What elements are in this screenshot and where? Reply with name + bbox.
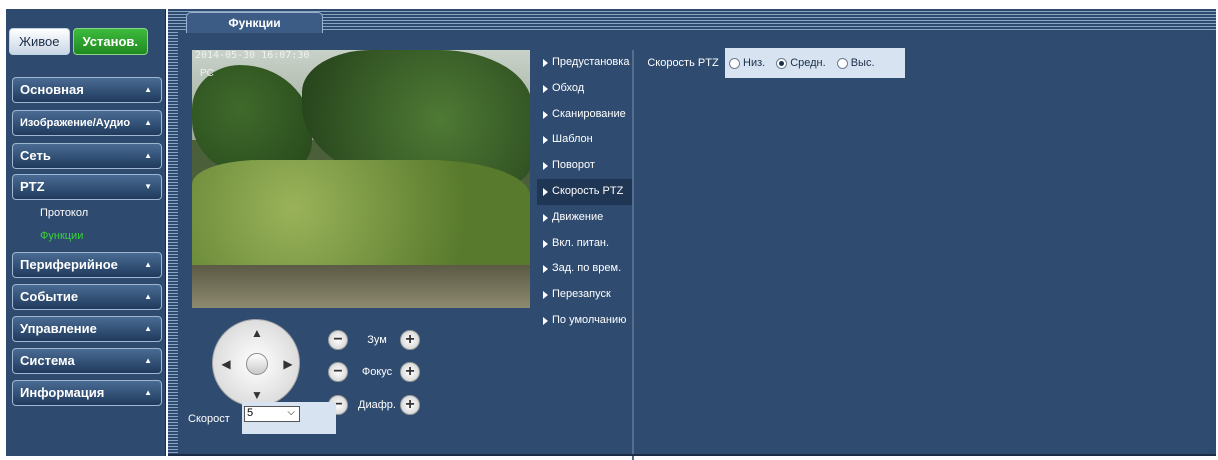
sidebar-item-management[interactable]: Управление ▲ bbox=[12, 316, 162, 342]
zoom-out-button[interactable]: − bbox=[328, 330, 348, 350]
sidebar-item-label: Система bbox=[20, 353, 75, 368]
focus-plus-button[interactable]: + bbox=[400, 362, 420, 382]
speed-value: 5 bbox=[247, 407, 254, 419]
header-stripes bbox=[168, 9, 1216, 32]
chevron-up-icon: ▲ bbox=[144, 151, 152, 160]
main-panel: Функции 2014-05-30 16:07:30 PC ▲ ▼ ◀ ▶ −… bbox=[168, 9, 1216, 460]
func-item-default[interactable]: По умолчанию bbox=[537, 308, 632, 334]
sidebar-subitem-protocol[interactable]: Протокол bbox=[40, 207, 88, 219]
func-item-idle-motion[interactable]: Движение bbox=[537, 205, 632, 231]
sidebar-item-label: Сеть bbox=[20, 148, 51, 163]
tab-live[interactable]: Живое bbox=[9, 28, 70, 55]
radio-button-checked-icon bbox=[776, 57, 788, 69]
sidebar-item-label: Основная bbox=[20, 82, 84, 97]
sidebar: Живое Установ. Основная ▲ Изображение/Ау… bbox=[6, 9, 166, 456]
radio-button-icon bbox=[729, 57, 740, 69]
radio-label: Выс. bbox=[850, 57, 875, 69]
chevron-up-icon: ▲ bbox=[144, 292, 152, 301]
ptz-speed-label: Скорость PTZ bbox=[641, 48, 725, 78]
sidebar-item-information[interactable]: Информация ▲ bbox=[12, 380, 162, 406]
func-item-power-up[interactable]: Вкл. питан. bbox=[537, 231, 632, 257]
content-area: 2014-05-30 16:07:30 PC ▲ ▼ ◀ ▶ − Зум + −… bbox=[180, 33, 1210, 460]
video-preview: 2014-05-30 16:07:30 PC bbox=[192, 50, 530, 308]
func-item-pattern[interactable]: Шаблон bbox=[537, 127, 632, 153]
sidebar-item-label: Периферийное bbox=[20, 257, 118, 272]
sidebar-item-event[interactable]: Событие ▲ bbox=[12, 284, 162, 310]
sidebar-item-label: Информация bbox=[20, 385, 105, 400]
func-item-ptz-speed[interactable]: Скорость PTZ bbox=[537, 178, 632, 205]
sidebar-item-basic[interactable]: Основная ▲ bbox=[12, 77, 162, 103]
sidebar-item-label: Управление bbox=[20, 321, 97, 336]
sidebar-item-label: Событие bbox=[20, 289, 79, 304]
chevron-up-icon: ▲ bbox=[144, 85, 152, 94]
func-item-time-task[interactable]: Зад. по врем. bbox=[537, 256, 632, 282]
video-camera-label: PC bbox=[200, 68, 214, 79]
ptz-speed-radio-group: Низ. Средн. Выс. bbox=[729, 48, 875, 78]
radio-label: Низ. bbox=[743, 57, 766, 69]
tab-functions[interactable]: Функции bbox=[186, 12, 323, 34]
arrow-left-icon[interactable]: ◀ bbox=[219, 357, 233, 371]
radio-speed-low[interactable]: Низ. bbox=[729, 57, 765, 69]
func-item-tour[interactable]: Обход bbox=[537, 76, 632, 102]
chevron-up-icon: ▲ bbox=[144, 324, 152, 333]
sidebar-item-label: Изображение/Аудио bbox=[20, 117, 131, 129]
sidebar-item-image-audio[interactable]: Изображение/Аудио ▲ bbox=[12, 110, 162, 136]
chevron-down-icon: ⌵ bbox=[287, 407, 295, 418]
focus-minus-button[interactable]: − bbox=[328, 362, 348, 382]
chevron-up-icon: ▲ bbox=[144, 388, 152, 397]
video-hedge bbox=[192, 160, 530, 280]
sidebar-item-network[interactable]: Сеть ▲ bbox=[12, 143, 162, 169]
tab-setup[interactable]: Установ. bbox=[72, 28, 148, 55]
arrow-right-icon[interactable]: ▶ bbox=[281, 357, 295, 371]
ptz-center-button[interactable] bbox=[246, 353, 268, 375]
radio-button-icon bbox=[836, 57, 848, 69]
speed-select[interactable]: 5 ⌵ bbox=[244, 406, 300, 422]
func-item-preset[interactable]: Предустановка bbox=[537, 50, 632, 76]
left-stripes bbox=[168, 9, 178, 456]
zoom-label: Зум bbox=[367, 334, 387, 346]
iris-plus-button[interactable]: + bbox=[400, 395, 420, 415]
iris-label: Диафр. bbox=[358, 399, 396, 411]
ptz-speed-panel: Скорость PTZ Низ. Средн. Выс. bbox=[641, 48, 905, 78]
func-item-pan[interactable]: Поворот bbox=[537, 153, 632, 179]
speed-label: Скорост bbox=[188, 413, 230, 425]
sidebar-item-peripheral[interactable]: Периферийное ▲ bbox=[12, 252, 162, 278]
sidebar-item-system[interactable]: Система ▲ bbox=[12, 348, 162, 374]
sidebar-subitem-functions[interactable]: Функции bbox=[40, 230, 83, 242]
function-menu-divider bbox=[632, 50, 634, 460]
radio-speed-medium[interactable]: Средн. bbox=[776, 57, 826, 69]
func-item-scan[interactable]: Сканирование bbox=[537, 102, 632, 128]
top-tabs: Живое Установ. bbox=[9, 28, 148, 55]
ptz-direction-pad: ▲ ▼ ◀ ▶ bbox=[212, 319, 300, 407]
func-item-restart[interactable]: Перезапуск bbox=[537, 282, 632, 308]
radio-label: Средн. bbox=[790, 57, 826, 69]
chevron-up-icon: ▲ bbox=[144, 118, 152, 127]
sidebar-item-label: PTZ bbox=[20, 179, 45, 194]
arrow-down-icon[interactable]: ▼ bbox=[250, 388, 264, 402]
function-menu: Предустановка Обход Сканирование Шаблон … bbox=[537, 50, 632, 334]
video-ground bbox=[192, 265, 530, 308]
zoom-in-button[interactable]: + bbox=[400, 330, 420, 350]
focus-label: Фокус bbox=[361, 366, 393, 378]
app-window: Живое Установ. Основная ▲ Изображение/Ау… bbox=[0, 0, 1218, 460]
sidebar-item-ptz[interactable]: PTZ ▼ bbox=[12, 174, 162, 200]
arrow-up-icon[interactable]: ▲ bbox=[250, 326, 264, 340]
chevron-down-icon: ▼ bbox=[144, 182, 152, 191]
video-timestamp: 2014-05-30 16:07:30 bbox=[195, 50, 310, 61]
chevron-up-icon: ▲ bbox=[144, 260, 152, 269]
radio-speed-high[interactable]: Выс. bbox=[836, 57, 875, 69]
chevron-up-icon: ▲ bbox=[144, 356, 152, 365]
